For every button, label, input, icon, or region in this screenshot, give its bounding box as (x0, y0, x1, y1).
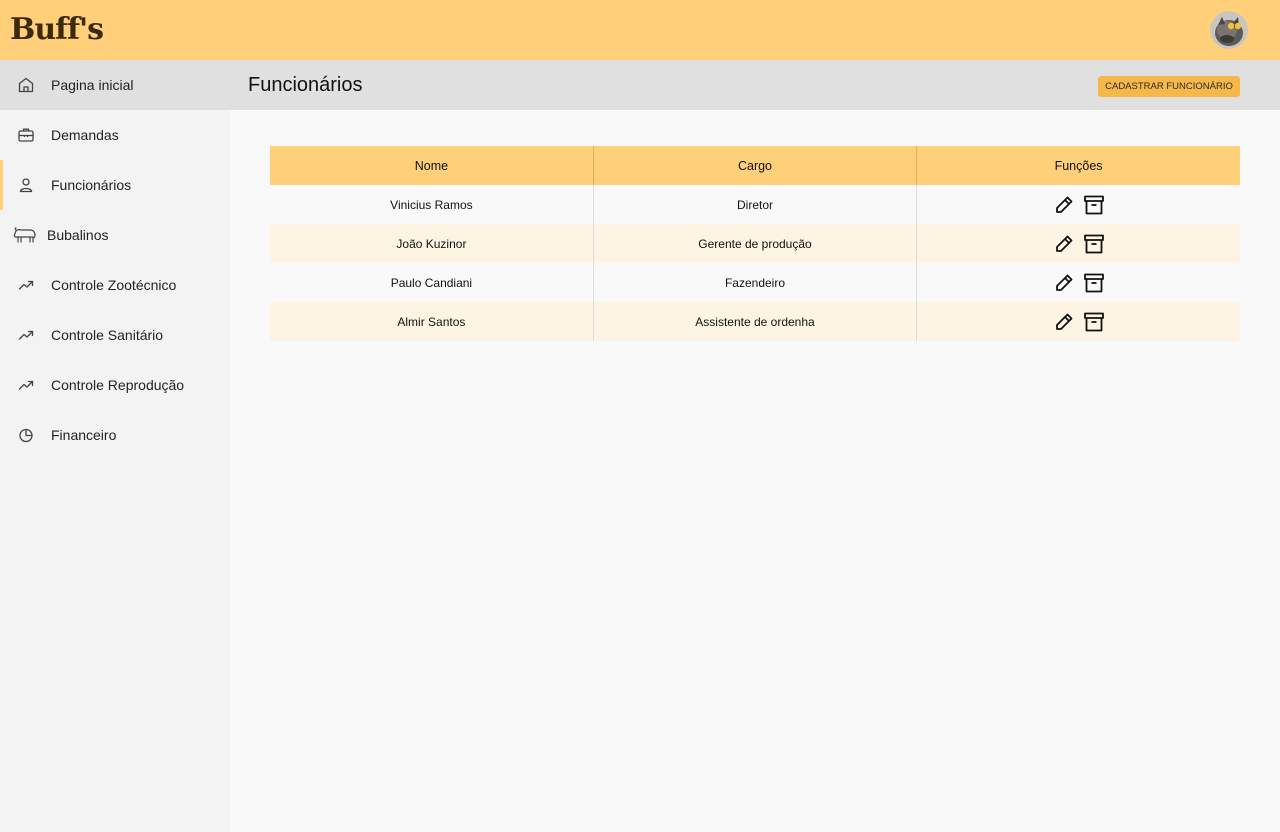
briefcase-icon (17, 126, 35, 144)
employee-name: João Kuzinor (270, 224, 594, 263)
row-actions (916, 263, 1240, 302)
edit-icon[interactable] (1053, 272, 1075, 294)
column-header-funcoes: Funções (916, 146, 1240, 185)
sidebar-item-bubalinos[interactable]: Bubalinos (0, 210, 230, 260)
table-header-row: Nome Cargo Funções (270, 146, 1240, 185)
table-row: João Kuzinor Gerente de produção (270, 224, 1240, 263)
edit-icon[interactable] (1053, 311, 1075, 333)
add-employee-button[interactable]: CADASTRAR FUNCIONÁRIO (1098, 76, 1240, 97)
archive-icon[interactable] (1083, 233, 1105, 255)
table-row: Almir Santos Assistente de ordenha (270, 302, 1240, 341)
sidebar-item-label: Bubalinos (47, 227, 109, 243)
page-title: Funcionários (248, 74, 363, 96)
employee-name: Vinicius Ramos (270, 185, 594, 224)
sidebar-item-financeiro[interactable]: Financeiro (0, 410, 230, 460)
edit-icon[interactable] (1053, 194, 1075, 216)
row-actions (916, 302, 1240, 341)
sidebar-item-label: Funcionários (51, 177, 132, 193)
user-icon (17, 176, 35, 194)
app-logo[interactable]: Buff's (10, 12, 104, 48)
sidebar-item-controle-sanitario[interactable]: Controle Sanitário (0, 310, 230, 360)
employee-role: Gerente de produção (592, 224, 917, 263)
sidebar-item-label: Pagina inicial (51, 77, 134, 93)
top-bar: Buff's (0, 0, 1280, 60)
sidebar-item-label: Controle Sanitário (51, 327, 164, 343)
column-header-cargo[interactable]: Cargo (592, 146, 917, 185)
buffalo-icon (13, 227, 37, 243)
sidebar-item-label: Demandas (51, 127, 119, 143)
trending-up-icon (17, 376, 35, 394)
table-row: Paulo Candiani Fazendeiro (270, 263, 1240, 302)
row-actions (916, 185, 1240, 224)
sidebar-item-label: Controle Reprodução (51, 377, 185, 393)
sidebar-item-label: Financeiro (51, 427, 117, 443)
sidebar-item-demandas[interactable]: Demandas (0, 110, 230, 160)
edit-icon[interactable] (1053, 233, 1075, 255)
user-avatar[interactable] (1210, 11, 1248, 49)
sidebar: Pagina inicial Demandas Funcionários Bub… (0, 60, 230, 832)
employee-role: Assistente de ordenha (592, 302, 917, 341)
column-header-nome[interactable]: Nome (270, 146, 594, 185)
employee-name: Paulo Candiani (270, 263, 594, 302)
table-row: Vinicius Ramos Diretor (270, 185, 1240, 224)
archive-icon[interactable] (1083, 311, 1105, 333)
archive-icon[interactable] (1083, 194, 1105, 216)
employees-table: Nome Cargo Funções Vinicius Ramos Direto… (270, 146, 1240, 341)
sidebar-item-controle-zootecnico[interactable]: Controle Zootécnico (0, 260, 230, 310)
employee-name: Almir Santos (270, 302, 594, 341)
trending-up-icon (17, 326, 35, 344)
trending-up-icon (17, 276, 35, 294)
employee-role: Fazendeiro (592, 263, 917, 302)
home-icon (17, 76, 35, 94)
pie-chart-icon (17, 426, 35, 444)
sidebar-item-funcionarios[interactable]: Funcionários (0, 160, 230, 210)
row-actions (916, 224, 1240, 263)
employee-role: Diretor (592, 185, 917, 224)
sidebar-item-label: Controle Zootécnico (51, 277, 177, 293)
sidebar-item-controle-reproducao[interactable]: Controle Reprodução (0, 360, 230, 410)
archive-icon[interactable] (1083, 272, 1105, 294)
sidebar-item-pagina-inicial[interactable]: Pagina inicial (0, 60, 230, 110)
page-header: Funcionários CADASTRAR FUNCIONÁRIO (230, 60, 1280, 110)
